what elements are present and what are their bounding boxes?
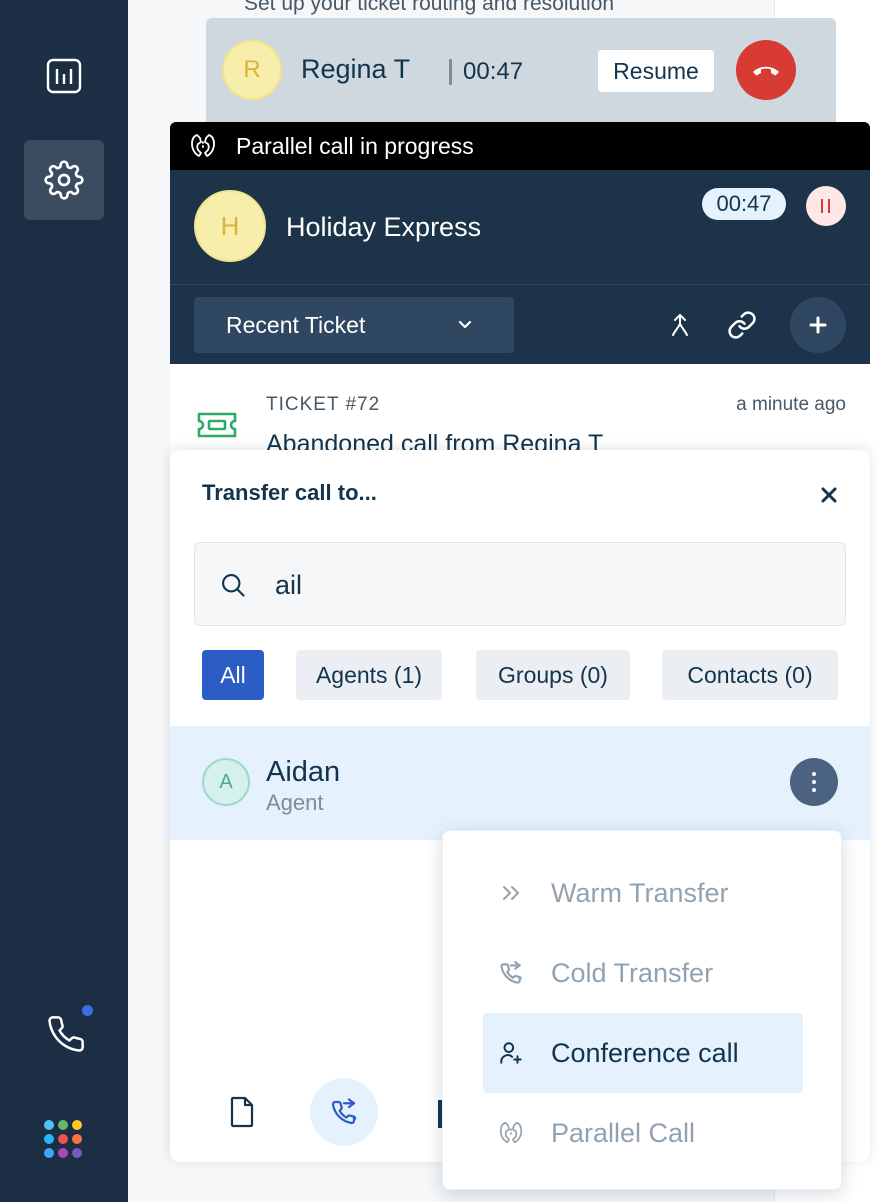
call-toolbar: Recent Ticket <box>170 284 870 364</box>
search-input[interactable] <box>275 570 775 601</box>
analytics-nav-button[interactable] <box>24 36 104 116</box>
filter-contacts[interactable]: Contacts (0) <box>662 650 838 700</box>
merge-button[interactable] <box>664 309 696 341</box>
phone-nav-button[interactable] <box>46 1014 86 1059</box>
notes-tab-button[interactable] <box>228 1095 256 1134</box>
transfer-options-menu: Warm Transfer Cold Transfer Conference c… <box>442 830 842 1190</box>
active-contact-header: H Holiday Express 00:47 <box>170 170 870 284</box>
link-button[interactable] <box>726 309 758 341</box>
more-options-button[interactable] <box>790 758 838 806</box>
recent-ticket-label: Recent Ticket <box>226 311 366 338</box>
transfer-title: Transfer call to... <box>202 480 377 505</box>
parallel-call-icon <box>497 1119 525 1147</box>
filter-agents[interactable]: Agents (1) <box>296 650 442 700</box>
filter-groups[interactable]: Groups (0) <box>476 650 630 700</box>
held-call-bar: R Regina T 00:47 Resume <box>206 18 836 128</box>
contact-avatar: H <box>194 190 266 262</box>
transfer-tab-button[interactable] <box>310 1078 378 1146</box>
pause-icon <box>821 199 830 213</box>
agent-role: Agent <box>266 790 324 815</box>
document-icon <box>230 1096 254 1128</box>
call-timer-badge: 00:47 <box>702 188 786 220</box>
double-chevron-right-icon <box>497 879 525 907</box>
held-call-timer: 00:47 <box>463 58 524 85</box>
resume-button[interactable]: Resume <box>598 50 714 92</box>
parallel-call-banner: Parallel call in progress <box>170 122 870 170</box>
active-call-panel: Parallel call in progress H Holiday Expr… <box>170 122 870 462</box>
background-header-text: Set up your ticket routing and resolutio… <box>244 0 615 15</box>
menu-item-label: Parallel Call <box>551 1117 696 1148</box>
phone-transfer-icon <box>331 1098 357 1125</box>
transfer-search-box[interactable] <box>194 542 846 626</box>
recent-ticket-row[interactable]: TICKET #72 a minute ago Abandoned call f… <box>170 364 870 462</box>
settings-nav-button[interactable] <box>24 140 104 220</box>
phone-forward-icon <box>497 959 525 987</box>
ticket-icon <box>197 412 237 438</box>
add-button[interactable] <box>790 297 846 353</box>
plus-icon <box>809 316 827 334</box>
hold-button[interactable] <box>806 186 846 226</box>
menu-item-warm-transfer[interactable]: Warm Transfer <box>483 853 803 933</box>
merge-icon <box>672 314 688 336</box>
phone-icon <box>48 1016 84 1052</box>
menu-item-label: Cold Transfer <box>551 957 714 988</box>
close-icon <box>821 487 837 503</box>
menu-item-label: Conference call <box>551 1037 739 1068</box>
menu-item-parallel-call[interactable]: Parallel Call <box>483 1093 803 1173</box>
filter-all[interactable]: All <box>202 650 264 700</box>
separator <box>449 59 452 85</box>
kebab-dot <box>812 780 816 784</box>
hangup-icon <box>753 66 779 76</box>
ticket-number: TICKET #72 <box>266 394 381 415</box>
add-person-icon <box>497 1039 525 1067</box>
close-button[interactable] <box>818 484 840 506</box>
transfer-result-row[interactable]: A Aidan Agent <box>170 726 870 840</box>
apps-launcher-icon[interactable] <box>44 1120 82 1158</box>
search-icon <box>222 574 245 597</box>
held-caller-avatar: R <box>222 40 282 100</box>
ticket-time: a minute ago <box>736 394 846 415</box>
kebab-dot <box>812 788 816 792</box>
hangup-button[interactable] <box>736 40 796 100</box>
notification-dot <box>82 1005 93 1016</box>
kebab-dot <box>812 772 816 776</box>
analytics-icon <box>46 58 82 94</box>
agent-avatar: A <box>202 758 250 806</box>
contact-name: Holiday Express <box>286 212 482 242</box>
held-caller-name: Regina T <box>301 54 411 84</box>
menu-item-conference-call[interactable]: Conference call <box>483 1013 803 1093</box>
chevron-down-icon <box>458 320 472 329</box>
gear-icon <box>44 160 84 200</box>
parallel-call-banner-text: Parallel call in progress <box>236 132 474 159</box>
menu-item-label: Warm Transfer <box>551 877 729 908</box>
menu-item-cold-transfer[interactable]: Cold Transfer <box>483 933 803 1013</box>
agent-name: Aidan <box>266 756 341 788</box>
recent-ticket-dropdown[interactable]: Recent Ticket <box>194 297 514 353</box>
parallel-call-icon <box>191 134 215 157</box>
link-icon <box>728 311 756 339</box>
left-sidebar <box>0 0 128 1202</box>
